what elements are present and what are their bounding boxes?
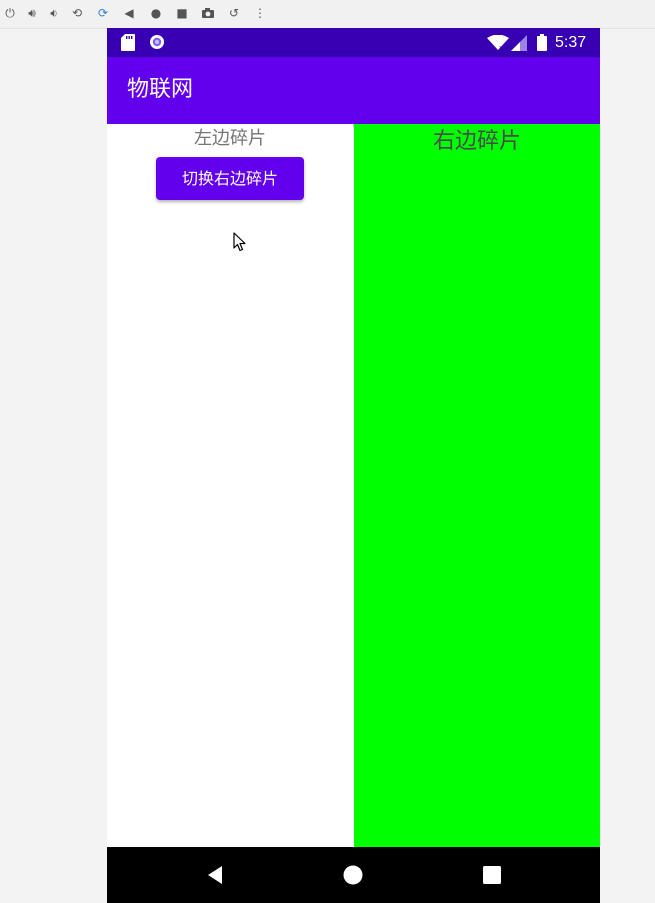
more-icon[interactable]: ⋮: [253, 6, 267, 20]
camera-icon[interactable]: [201, 6, 215, 20]
home-icon[interactable]: [343, 865, 363, 885]
right-fragment: 右边碎片: [354, 124, 600, 847]
mouse-cursor-icon: [233, 232, 246, 252]
battery-icon: [537, 34, 547, 51]
svg-text:x: x: [499, 44, 503, 51]
emulator-toolbar: ⏻ 🔊︎ 🔉︎ ⟲ ⟳ ◀ ● ■ ↺ ⋮: [0, 0, 655, 29]
right-fragment-label: 右边碎片: [432, 129, 521, 154]
volume-up-icon[interactable]: 🔊︎: [25, 6, 39, 20]
back-icon[interactable]: [205, 865, 225, 885]
left-fragment: 左边碎片 切换右边碎片: [107, 124, 353, 847]
status-bar: x 5:37: [107, 28, 600, 57]
fragment-container: 左边碎片 切换右边碎片 右边碎片: [107, 124, 600, 847]
undo-icon[interactable]: ↺: [227, 6, 241, 20]
overview-icon[interactable]: ■: [175, 6, 189, 20]
switch-right-fragment-button[interactable]: 切换右边碎片: [156, 157, 304, 200]
sd-card-icon: [121, 34, 135, 51]
wifi-icon: x: [487, 35, 509, 51]
signal-icon: [511, 35, 527, 51]
left-fragment-label: 左边碎片: [194, 128, 266, 149]
status-time: 5:37: [555, 34, 587, 51]
app-bar: 物联网: [107, 57, 600, 124]
app-title: 物联网: [127, 77, 194, 102]
device-screen: x 5:37 物联网 左边碎片 切换右边碎片 右边碎片: [107, 28, 600, 903]
volume-down-icon[interactable]: 🔉︎: [47, 6, 61, 20]
recents-icon[interactable]: [482, 865, 502, 885]
notification-circle-icon: [150, 35, 164, 49]
navigation-bar: [107, 847, 600, 903]
rotate-right-icon[interactable]: ⟳: [96, 6, 110, 20]
power-icon[interactable]: ⏻: [3, 6, 17, 20]
back-icon[interactable]: ◀: [122, 6, 136, 20]
rotate-left-icon[interactable]: ⟲: [70, 6, 84, 20]
home-icon[interactable]: ●: [149, 6, 163, 20]
